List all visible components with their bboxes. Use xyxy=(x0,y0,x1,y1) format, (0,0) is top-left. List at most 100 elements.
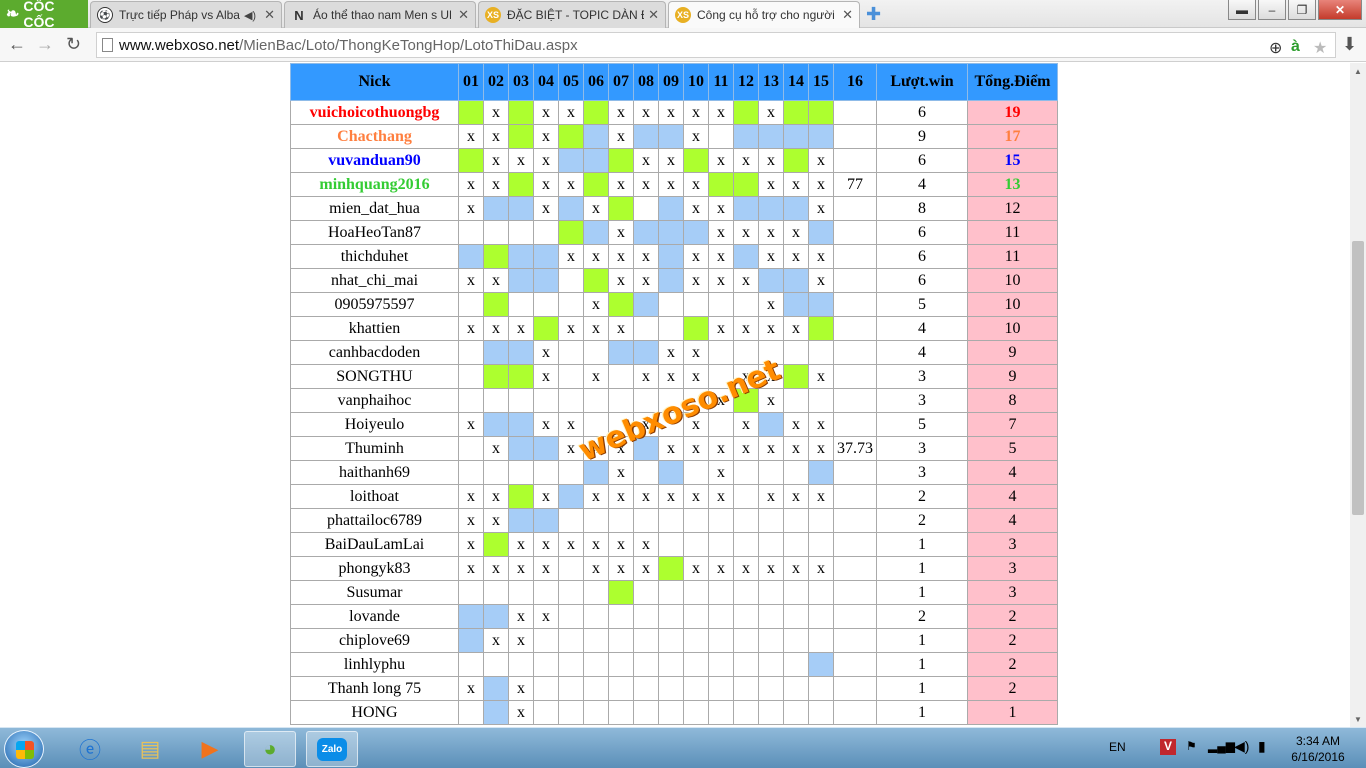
zalo-icon[interactable]: Zalo xyxy=(306,731,358,767)
mark-cell: x xyxy=(733,364,759,389)
scroll-thumb[interactable] xyxy=(1352,241,1364,515)
miss-cell xyxy=(683,220,709,245)
mark-cell: x xyxy=(608,172,634,197)
user-icon[interactable]: ▬ xyxy=(1228,0,1256,20)
empty-cell xyxy=(783,700,809,725)
language-indicator[interactable]: EN xyxy=(1109,740,1126,754)
tab-2[interactable]: N Áo thể thao nam Men s Ul ✕ xyxy=(284,1,476,28)
page-content: Nick 01 02 03 04 05 06 07 08 09 10 11 12 13 14 15 16 Lượt… xyxy=(0,63,1350,727)
unikey-icon[interactable]: V xyxy=(1160,739,1176,755)
clock-time[interactable]: 3:34 AM xyxy=(1285,734,1351,748)
back-arrow-icon[interactable]: ← xyxy=(8,34,26,55)
battery-icon[interactable]: ▮ xyxy=(1258,738,1266,755)
nick-cell: vuichoicothuongbg xyxy=(290,100,459,125)
empty-cell xyxy=(833,580,877,605)
start-button[interactable] xyxy=(4,730,44,768)
empty-cell xyxy=(708,124,734,149)
points-cell: 12 xyxy=(967,196,1058,221)
menu-icon[interactable]: ⬇ xyxy=(1342,34,1357,55)
reload-icon[interactable]: ↻ xyxy=(66,34,81,55)
empty-cell xyxy=(558,388,584,413)
internet-explorer-icon[interactable]: ⓔ xyxy=(64,731,116,767)
vertical-scrollbar[interactable]: ▲ ▼ xyxy=(1350,63,1366,727)
empty-cell xyxy=(658,412,684,437)
browser-logo[interactable]: ❧ CỐC CỐC xyxy=(0,0,88,30)
empty-cell xyxy=(533,292,559,317)
mark-cell: x xyxy=(658,436,684,461)
mark-cell: x xyxy=(758,556,784,581)
close-icon[interactable]: ✕ xyxy=(458,7,469,23)
scroll-up-icon[interactable]: ▲ xyxy=(1350,63,1366,79)
mark-cell: x xyxy=(708,460,734,485)
tab-3[interactable]: XS ĐẶC BIỆT - TOPIC DÀN ĐẶ ✕ xyxy=(478,1,666,28)
mark-cell: x xyxy=(533,604,559,629)
hit-cell xyxy=(733,100,759,125)
address-bar[interactable]: www.webxoso.net/MienBac/Loto/ThongKeTong… xyxy=(96,32,1336,58)
mark-cell: x xyxy=(633,556,659,581)
column-header: 07 xyxy=(608,63,634,101)
maximize-icon[interactable]: ❐ xyxy=(1288,0,1316,20)
mark-cell: x xyxy=(658,364,684,389)
table-row: haithanh69 x x 3 4 xyxy=(290,460,1058,485)
scroll-down-icon[interactable]: ▼ xyxy=(1350,711,1366,727)
zoom-icon[interactable]: ⊕ xyxy=(1269,38,1282,58)
file-explorer-icon[interactable]: ▤ xyxy=(124,731,176,767)
empty-cell xyxy=(458,292,484,317)
mark-cell: x xyxy=(683,484,709,509)
nick-cell: phattailoc6789 xyxy=(290,508,459,533)
column-header: 02 xyxy=(483,63,509,101)
tab-4[interactable]: XS Công cụ hỗ trợ cho người ✕ xyxy=(668,1,860,28)
nick-cell: 0905975597 xyxy=(290,292,459,317)
tab-title: Công cụ hỗ trợ cho người xyxy=(697,8,835,22)
new-tab-icon[interactable]: ✚ xyxy=(866,4,881,25)
empty-cell xyxy=(708,412,734,437)
nick-cell: Thuminh xyxy=(290,436,459,461)
empty-cell xyxy=(483,652,509,677)
mark-cell: x xyxy=(483,508,509,533)
flag-icon[interactable]: ⚑ xyxy=(1186,739,1197,753)
empty-cell xyxy=(683,628,709,653)
bookmark-star-icon[interactable]: ★ xyxy=(1313,38,1327,58)
table-body: vuichoicothuongbg x x x x x x x x x 6 19 Chacthang x x… xyxy=(290,100,1058,725)
empty-cell xyxy=(808,340,834,365)
empty-cell xyxy=(583,628,609,653)
window-close-icon[interactable]: ✕ xyxy=(1318,0,1362,20)
table-row: mien_dat_hua x x x x x x 8 12 xyxy=(290,196,1058,221)
network-signal-icon[interactable]: ▂▄▆ xyxy=(1208,739,1235,753)
hit-cell xyxy=(583,268,609,293)
table-row: lovande x x 2 2 xyxy=(290,604,1058,629)
coccoc-browser-icon[interactable]: ◕ xyxy=(244,731,296,767)
media-player-icon[interactable]: ▶ xyxy=(184,731,236,767)
wins-cell: 6 xyxy=(876,268,968,293)
miss-cell xyxy=(758,412,784,437)
mark-cell: x xyxy=(658,340,684,365)
empty-cell xyxy=(758,460,784,485)
volume-icon[interactable]: ◀) xyxy=(1234,738,1249,755)
mark-cell: x xyxy=(458,172,484,197)
mark-cell: x xyxy=(608,436,634,461)
close-icon[interactable]: ✕ xyxy=(842,7,853,23)
empty-cell xyxy=(458,652,484,677)
mark-cell: x xyxy=(783,556,809,581)
empty-cell xyxy=(783,604,809,629)
speaker-icon[interactable]: ◀) xyxy=(244,9,256,22)
vietnamese-input-icon[interactable]: à xyxy=(1291,38,1300,56)
empty-cell xyxy=(608,676,634,701)
mark-cell: x xyxy=(508,700,534,725)
table-header-row: Nick 01 02 03 04 05 06 07 08 09 10 11 12 13 14 15 16 Lượt… xyxy=(290,63,1058,101)
points-cell: 4 xyxy=(967,508,1058,533)
miss-cell xyxy=(633,124,659,149)
forward-arrow-icon[interactable]: → xyxy=(36,34,54,55)
close-icon[interactable]: ✕ xyxy=(648,7,659,23)
clock-date[interactable]: 6/16/2016 xyxy=(1285,750,1351,764)
mark-cell: x xyxy=(758,244,784,269)
empty-cell xyxy=(758,340,784,365)
empty-cell xyxy=(508,220,534,245)
minimize-icon[interactable]: – xyxy=(1258,0,1286,20)
close-icon[interactable]: ✕ xyxy=(264,7,275,23)
mark-cell: x xyxy=(683,556,709,581)
empty-cell xyxy=(833,412,877,437)
column-header: 14 xyxy=(783,63,809,101)
tab-1[interactable]: ⚽ Trực tiếp Pháp vs Alban ◀) ✕ xyxy=(90,1,282,28)
column-header: 12 xyxy=(733,63,759,101)
